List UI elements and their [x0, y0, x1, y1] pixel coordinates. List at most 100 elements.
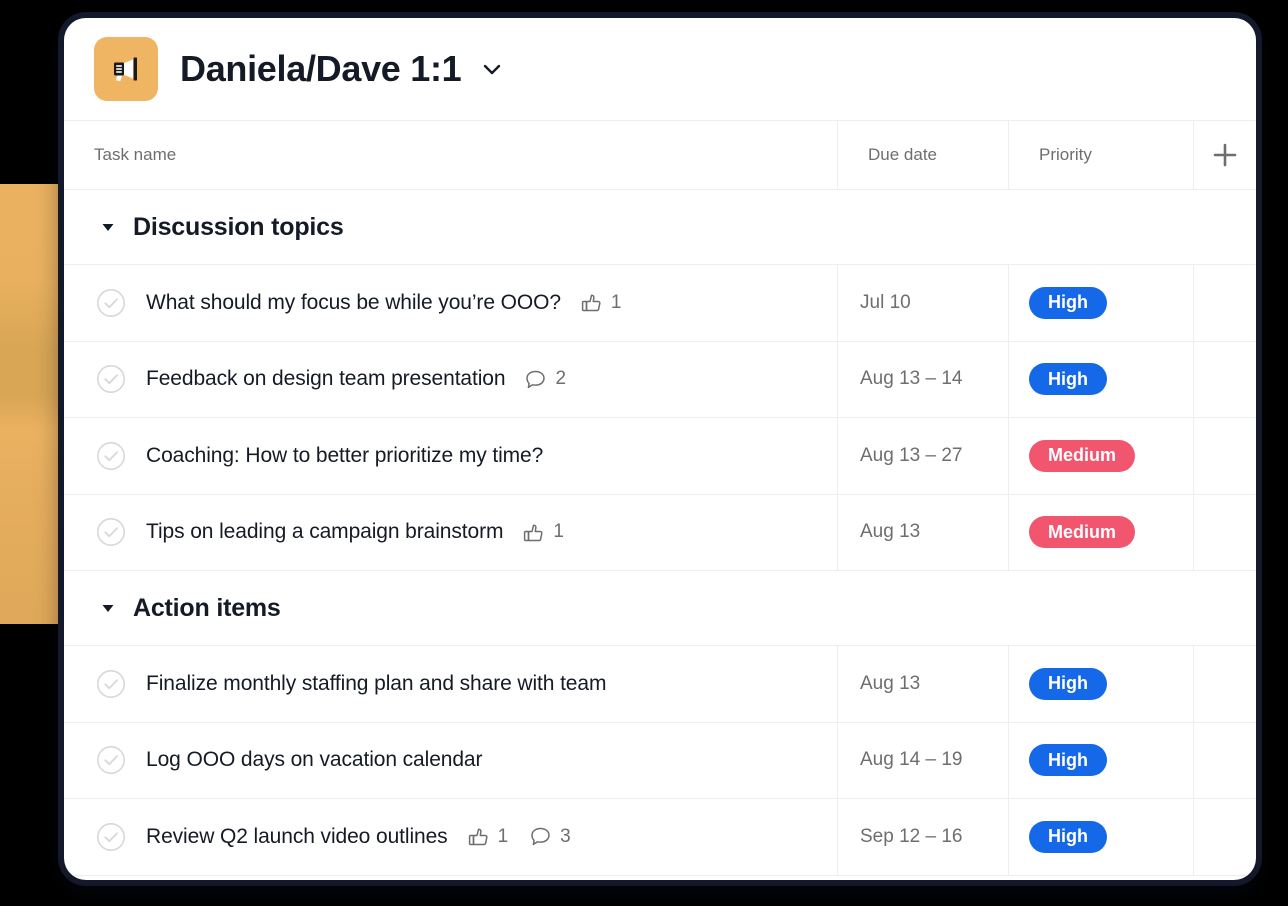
column-header-label: Priority	[1039, 145, 1092, 164]
comment-count[interactable]: 3	[528, 824, 571, 849]
task-table: Task name Due date Priority Discussion t…	[64, 121, 1256, 876]
table-row[interactable]: What should my focus be while you’re OOO…	[64, 265, 1256, 342]
like-count-value: 1	[553, 521, 564, 543]
priority-cell[interactable]: High	[1009, 341, 1194, 417]
plus-icon	[1213, 143, 1237, 167]
status-badge[interactable]: Medium	[1029, 439, 1136, 472]
thumbs-up-icon	[468, 828, 488, 846]
due-date-value: Jul 10	[860, 291, 911, 313]
status-badge[interactable]: High	[1029, 286, 1107, 319]
megaphone-icon	[94, 37, 158, 101]
task-name-label: Feedback on design team presentation	[146, 367, 506, 391]
task-name-cell: Coaching: How to better prioritize my ti…	[64, 418, 838, 494]
row-extra-cell	[1194, 723, 1256, 799]
task-name-label: Review Q2 launch video outlines	[146, 824, 448, 848]
due-date-cell[interactable]: Aug 13 – 27	[838, 418, 1009, 494]
task-name-label: Tips on leading a campaign brainstorm	[146, 520, 504, 544]
task-name-label: What should my focus be while you’re OOO…	[146, 290, 561, 314]
column-header-priority[interactable]: Priority	[1009, 121, 1194, 189]
row-extra-cell	[1194, 265, 1256, 341]
like-count[interactable]: 1	[466, 824, 509, 849]
status-badge[interactable]: High	[1029, 820, 1107, 853]
like-count-value: 1	[610, 291, 622, 313]
table-row[interactable]: Log OOO days on vacation calendar Aug 14…	[64, 722, 1256, 799]
task-name-cell: Finalize monthly staffing plan and share…	[64, 646, 838, 722]
due-date-cell[interactable]: Aug 13	[838, 494, 1009, 570]
thumbs-up-icon	[524, 524, 543, 541]
column-header-due-date[interactable]: Due date	[838, 121, 1009, 189]
project-card: Daniela/Dave 1:1 Task name Due date Prio…	[64, 18, 1256, 880]
priority-cell[interactable]: High	[1009, 265, 1194, 341]
due-date-value: Aug 13	[860, 521, 921, 543]
due-date-cell[interactable]: Aug 13 – 14	[838, 341, 1009, 417]
table-row[interactable]: Finalize monthly staffing plan and share…	[64, 646, 1256, 723]
comment-bubble-icon	[531, 828, 550, 846]
caret-down-icon[interactable]	[100, 600, 120, 616]
table-row[interactable]: Feedback on design team presentation 2 A…	[64, 341, 1256, 418]
task-name-cell: Feedback on design team presentation 2	[64, 341, 838, 417]
column-header-task-name[interactable]: Task name	[64, 121, 838, 189]
row-extra-cell	[1194, 418, 1256, 494]
due-date-cell[interactable]: Jul 10	[838, 265, 1009, 341]
chevron-down-icon[interactable]	[477, 54, 507, 84]
like-count-value: 1	[497, 825, 509, 847]
due-date-value: Aug 13	[860, 672, 921, 694]
table-header-row: Task name Due date Priority	[64, 121, 1256, 190]
priority-cell[interactable]: High	[1009, 646, 1194, 722]
column-header-label: Due date	[868, 145, 937, 164]
status-badge[interactable]: High	[1029, 667, 1107, 700]
priority-cell[interactable]: High	[1009, 799, 1194, 875]
task-name-cell: Tips on leading a campaign brainstorm 1	[64, 494, 838, 570]
comment-bubble-icon	[526, 370, 546, 388]
table-row[interactable]: Tips on leading a campaign brainstorm 1 …	[64, 494, 1256, 571]
row-extra-cell	[1194, 342, 1256, 418]
complete-task-checkbox[interactable]	[96, 441, 126, 471]
task-name-label: Log OOO days on vacation calendar	[146, 748, 483, 772]
row-extra-cell	[1194, 646, 1256, 722]
task-name-cell: Log OOO days on vacation calendar	[64, 722, 838, 798]
background-photo-sliver	[0, 184, 62, 624]
priority-cell[interactable]: High	[1009, 722, 1194, 798]
complete-task-checkbox[interactable]	[96, 745, 126, 775]
due-date-cell[interactable]: Aug 14 – 19	[838, 722, 1009, 798]
task-name-cell: What should my focus be while you’re OOO…	[64, 265, 838, 341]
complete-task-checkbox[interactable]	[96, 517, 126, 547]
task-name-cell: Review Q2 launch video outlines 1 3	[64, 799, 838, 875]
section-title: Discussion topics	[133, 212, 344, 241]
table-row[interactable]: Coaching: How to better prioritize my ti…	[64, 418, 1256, 495]
section-header-row[interactable]: Action items	[64, 571, 1256, 646]
due-date-cell[interactable]: Aug 13	[838, 646, 1009, 722]
page-title: Daniela/Dave 1:1	[180, 48, 462, 89]
complete-task-checkbox[interactable]	[96, 822, 126, 852]
priority-cell[interactable]: Medium	[1009, 418, 1194, 494]
due-date-value: Aug 13 – 27	[860, 444, 963, 466]
table-row[interactable]: Review Q2 launch video outlines 1 3 Sep …	[64, 799, 1256, 876]
due-date-value: Aug 14 – 19	[860, 749, 963, 771]
complete-task-checkbox[interactable]	[96, 288, 126, 318]
row-extra-cell	[1194, 799, 1256, 875]
complete-task-checkbox[interactable]	[96, 364, 126, 394]
due-date-cell[interactable]: Sep 12 – 16	[838, 799, 1009, 875]
status-badge[interactable]: High	[1029, 363, 1107, 396]
complete-task-checkbox[interactable]	[96, 669, 126, 699]
comment-count-value: 2	[555, 368, 567, 390]
task-name-label: Coaching: How to better prioritize my ti…	[146, 443, 544, 467]
row-extra-cell	[1194, 495, 1256, 571]
comment-count-value: 3	[560, 825, 571, 847]
status-badge[interactable]: Medium	[1029, 516, 1136, 549]
like-count[interactable]: 1	[521, 520, 564, 545]
due-date-value: Sep 12 – 16	[860, 825, 963, 847]
add-column-button[interactable]	[1194, 121, 1256, 189]
comment-count[interactable]: 2	[523, 367, 566, 392]
due-date-value: Aug 13 – 14	[860, 368, 963, 390]
column-header-label: Task name	[94, 145, 177, 164]
priority-cell[interactable]: Medium	[1009, 494, 1194, 570]
screenshot-root: Daniela/Dave 1:1 Task name Due date Prio…	[0, 0, 1288, 906]
like-count[interactable]: 1	[579, 290, 622, 315]
project-header: Daniela/Dave 1:1	[64, 18, 1256, 121]
section-header-row[interactable]: Discussion topics	[64, 190, 1256, 265]
section-title: Action items	[133, 593, 281, 622]
caret-down-icon[interactable]	[100, 219, 120, 235]
thumbs-up-icon	[581, 294, 601, 312]
status-badge[interactable]: High	[1029, 744, 1107, 777]
